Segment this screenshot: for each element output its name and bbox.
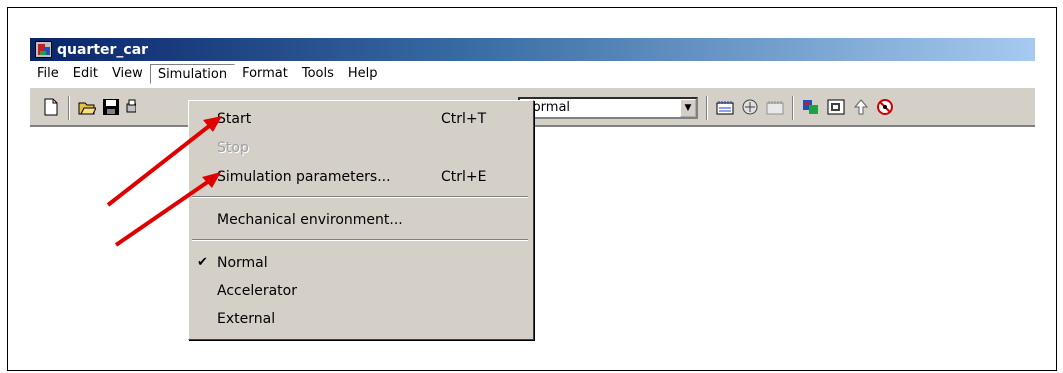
build-icon[interactable] <box>802 98 820 116</box>
menu-start[interactable]: Start Ctrl+T <box>189 107 531 131</box>
menu-help[interactable]: Help <box>341 64 385 84</box>
subsystem-icon[interactable] <box>827 98 845 116</box>
menu-edit[interactable]: Edit <box>66 64 105 84</box>
new-document-icon[interactable] <box>42 98 60 116</box>
menu-bar: File Edit View Simulation Format Tools H… <box>30 61 1035 87</box>
model-browser-icon[interactable] <box>741 98 759 116</box>
toolbar-separator <box>792 96 794 120</box>
menu-simulation-parameters[interactable]: Simulation parameters... Ctrl+E <box>189 165 531 189</box>
up-arrow-icon[interactable] <box>852 98 870 116</box>
menu-simulation[interactable]: Simulation <box>149 64 236 84</box>
menu-format[interactable]: Format <box>235 64 295 84</box>
stop-sign-icon[interactable] <box>876 98 894 116</box>
simulation-menu: Start Ctrl+T Stop Simulation parameters.… <box>188 100 534 340</box>
menu-normal[interactable]: ✔ Normal <box>189 251 531 275</box>
save-icon[interactable] <box>102 98 120 116</box>
print-icon[interactable] <box>126 98 136 116</box>
toolbar-separator <box>68 96 70 120</box>
simulation-mode-select[interactable]: Normal ▼ <box>518 97 698 119</box>
menu-accelerator[interactable]: Accelerator <box>189 279 531 303</box>
debug-icon[interactable] <box>766 98 784 116</box>
checkmark-icon: ✔ <box>197 255 208 270</box>
model-icon <box>35 41 52 58</box>
menu-separator <box>192 239 528 241</box>
window-title: quarter_car <box>57 41 149 58</box>
menu-view[interactable]: View <box>105 64 150 84</box>
menu-mechanical-environment[interactable]: Mechanical environment... <box>189 208 531 232</box>
menu-tools[interactable]: Tools <box>295 64 341 84</box>
open-folder-icon[interactable] <box>78 98 96 116</box>
menu-external[interactable]: External <box>189 307 531 331</box>
menu-file[interactable]: File <box>30 64 66 84</box>
title-bar[interactable]: quarter_car <box>30 38 1035 61</box>
chevron-down-icon[interactable]: ▼ <box>680 99 696 117</box>
menu-separator <box>192 196 528 198</box>
menu-stop: Stop <box>217 140 249 156</box>
toolbar-separator <box>706 96 708 120</box>
library-browser-icon[interactable] <box>716 98 734 116</box>
